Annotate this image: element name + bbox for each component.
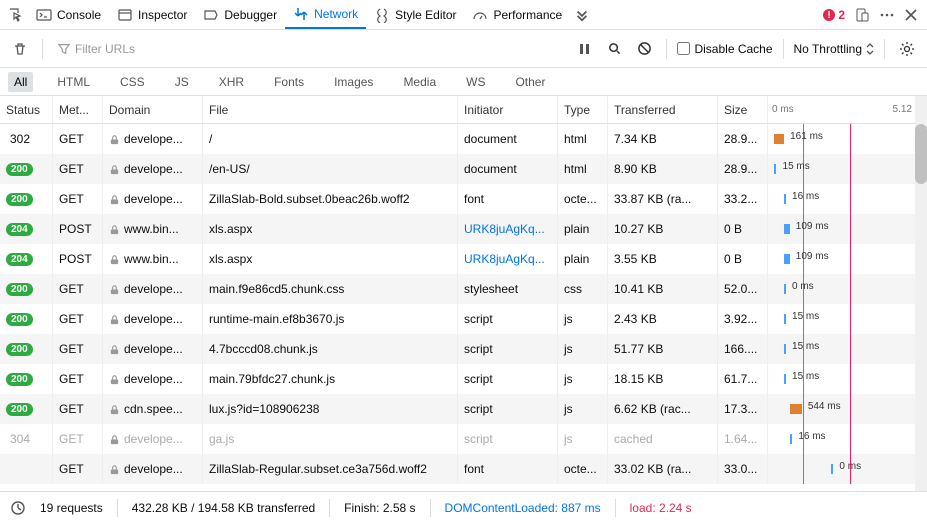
clear-button[interactable]: [8, 37, 32, 61]
style-editor-icon: [374, 7, 390, 23]
col-transferred[interactable]: Transferred: [608, 96, 718, 123]
col-initiator[interactable]: Initiator: [458, 96, 558, 123]
status-bar: 19 requests 432.28 KB / 194.58 KB transf…: [0, 491, 927, 523]
search-icon[interactable]: [602, 37, 626, 61]
lock-icon: [109, 344, 120, 355]
filter-placeholder: Filter URLs: [75, 42, 135, 56]
col-size[interactable]: Size: [718, 96, 768, 123]
network-icon: [293, 6, 309, 22]
status-finish: Finish: 2.58 s: [344, 501, 415, 515]
tab-debugger[interactable]: Debugger: [195, 0, 285, 29]
lock-icon: [109, 434, 120, 445]
throttling-label: No Throttling: [794, 42, 862, 56]
performance-icon: [472, 7, 488, 23]
lock-icon: [109, 284, 120, 295]
error-count-badge[interactable]: ! 2: [816, 8, 851, 22]
disable-cache-label: Disable Cache: [694, 42, 772, 56]
filter-input[interactable]: Filter URLs: [53, 42, 566, 56]
waterfall-end: 5.12: [893, 104, 912, 115]
requests-table: Status Met... Domain File Initiator Type…: [0, 96, 927, 491]
close-devtools-icon[interactable]: [899, 3, 923, 27]
disable-cache-input[interactable]: [677, 42, 690, 55]
inspector-icon: [117, 7, 133, 23]
filter-tab-all[interactable]: All: [8, 72, 33, 92]
filter-tab-html[interactable]: HTML: [51, 72, 96, 92]
filter-tab-ws[interactable]: WS: [460, 72, 491, 92]
table-header-row: Status Met... Domain File Initiator Type…: [0, 96, 927, 124]
table-row[interactable]: GETdevelope...ZillaSlab-Regular.subset.c…: [0, 454, 927, 484]
filter-tab-xhr[interactable]: XHR: [213, 72, 250, 92]
col-method[interactable]: Met...: [53, 96, 103, 123]
meatball-menu-icon[interactable]: [875, 3, 899, 27]
lock-icon: [109, 224, 120, 235]
block-icon[interactable]: [632, 37, 656, 61]
status-dcl: DOMContentLoaded: 887 ms: [445, 501, 601, 515]
table-row[interactable]: 204POSTwww.bin...xls.aspxURK8juAgKq...pl…: [0, 214, 927, 244]
svg-text:!: !: [828, 10, 831, 21]
status-requests: 19 requests: [40, 501, 103, 515]
filter-tab-other[interactable]: Other: [509, 72, 551, 92]
overflow-icon[interactable]: [570, 3, 594, 27]
perf-analysis-icon[interactable]: [10, 500, 26, 516]
col-file[interactable]: File: [203, 96, 458, 123]
filter-tab-css[interactable]: CSS: [114, 72, 151, 92]
network-toolbar: Filter URLs Disable Cache No Throttling: [0, 30, 927, 68]
lock-icon: [109, 314, 120, 325]
pause-icon[interactable]: [572, 37, 596, 61]
lock-icon: [109, 254, 120, 265]
lock-icon: [109, 374, 120, 385]
status-transferred: 432.28 KB / 194.58 KB transferred: [132, 501, 315, 515]
console-icon: [36, 7, 52, 23]
table-row[interactable]: 200GETdevelope.../en-US/documenthtml8.90…: [0, 154, 927, 184]
col-waterfall[interactable]: 0 ms 5.12: [768, 96, 927, 123]
table-row[interactable]: 204POSTwww.bin...xls.aspxURK8juAgKq...pl…: [0, 244, 927, 274]
table-row[interactable]: 302GETdevelope.../documenthtml7.34 KB28.…: [0, 124, 927, 154]
throttling-select[interactable]: No Throttling: [794, 42, 874, 56]
table-row[interactable]: 200GETdevelope...runtime-main.ef8b3670.j…: [0, 304, 927, 334]
sort-icon: [866, 43, 874, 55]
filter-tab-js[interactable]: JS: [169, 72, 195, 92]
col-type[interactable]: Type: [558, 96, 608, 123]
table-row[interactable]: 304GETdevelope...ga.jsscriptjscached1.64…: [0, 424, 927, 454]
table-row[interactable]: 200GETcdn.spee...lux.js?id=108906238scri…: [0, 394, 927, 424]
tab-performance[interactable]: Performance: [464, 0, 570, 29]
filter-tab-fonts[interactable]: Fonts: [268, 72, 310, 92]
tab-console[interactable]: Console: [28, 0, 109, 29]
responsive-mode-icon[interactable]: [851, 3, 875, 27]
vertical-scrollbar[interactable]: [915, 96, 927, 491]
col-status[interactable]: Status: [0, 96, 53, 123]
tab-inspector[interactable]: Inspector: [109, 0, 195, 29]
settings-gear-icon[interactable]: [895, 37, 919, 61]
tab-network[interactable]: Network: [285, 0, 366, 29]
debugger-icon: [203, 7, 219, 23]
tab-style-editor[interactable]: Style Editor: [366, 0, 464, 29]
lock-icon: [109, 464, 120, 475]
table-row[interactable]: 200GETdevelope...main.f9e86cd5.chunk.css…: [0, 274, 927, 304]
filter-tab-images[interactable]: Images: [328, 72, 379, 92]
disable-cache-checkbox[interactable]: Disable Cache: [677, 42, 772, 56]
pick-element-icon[interactable]: [4, 3, 28, 27]
funnel-icon: [57, 42, 71, 56]
filter-tab-media[interactable]: Media: [397, 72, 442, 92]
lock-icon: [109, 404, 120, 415]
col-domain[interactable]: Domain: [103, 96, 203, 123]
lock-icon: [109, 194, 120, 205]
table-row[interactable]: 200GETdevelope...ZillaSlab-Bold.subset.0…: [0, 184, 927, 214]
table-row[interactable]: 200GETdevelope...4.7bcccd08.chunk.jsscri…: [0, 334, 927, 364]
filter-type-tabs: All HTML CSS JS XHR Fonts Images Media WS Other: [0, 68, 927, 96]
status-load: load: 2.24 s: [630, 501, 692, 515]
waterfall-0: 0 ms: [772, 104, 794, 115]
lock-icon: [109, 134, 120, 145]
devtools-tabbar: ConsoleInspectorDebuggerNetworkStyle Edi…: [0, 0, 927, 30]
error-count: 2: [838, 8, 845, 22]
lock-icon: [109, 164, 120, 175]
table-row[interactable]: 200GETdevelope...main.79bfdc27.chunk.jss…: [0, 364, 927, 394]
